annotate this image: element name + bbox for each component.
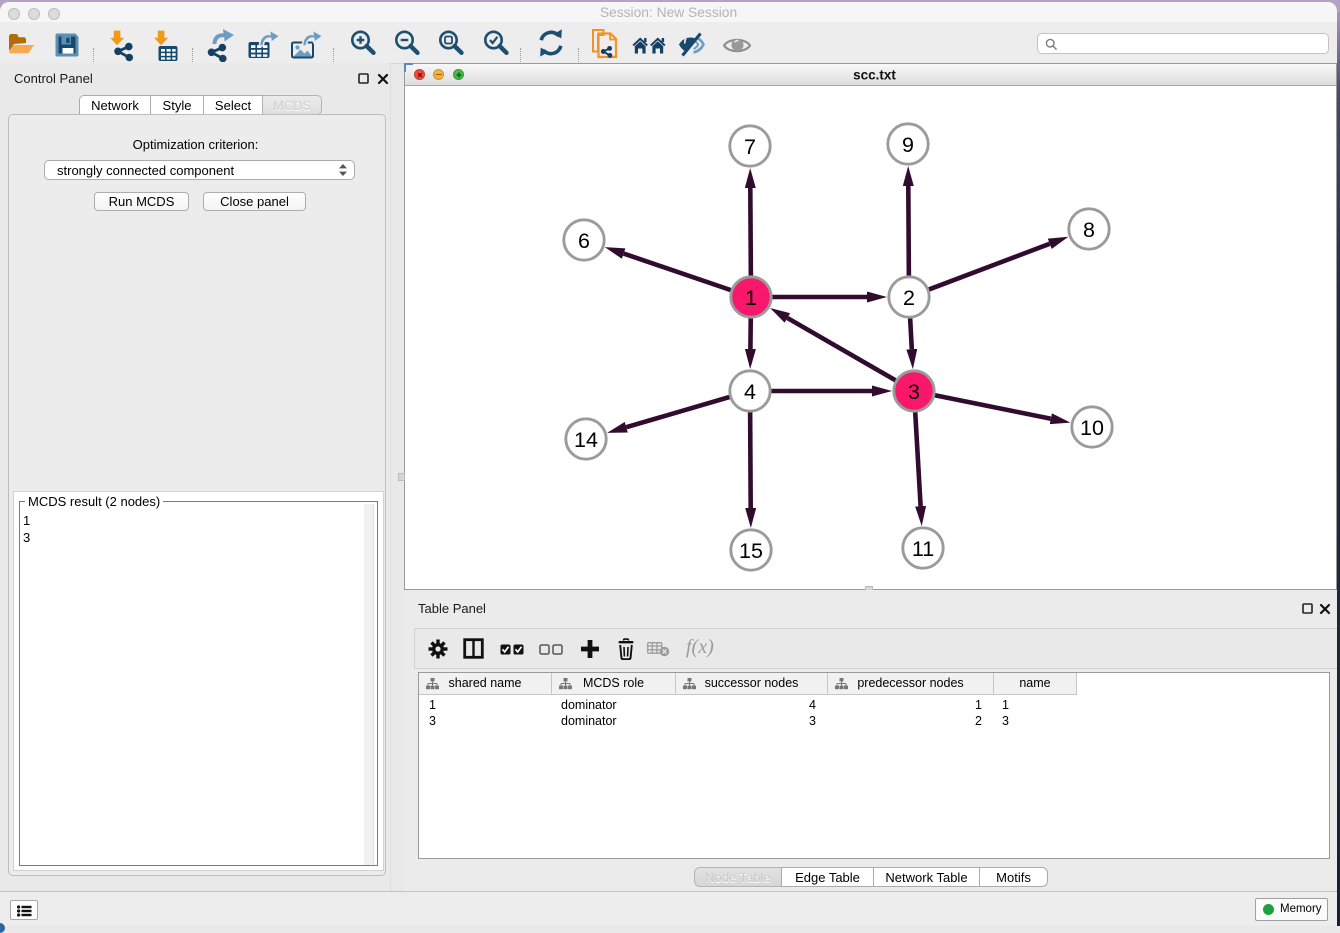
svg-text:1: 1 bbox=[745, 286, 757, 310]
svg-text:9: 9 bbox=[902, 133, 914, 157]
svg-text:10: 10 bbox=[1080, 416, 1104, 440]
svg-text:15: 15 bbox=[739, 539, 763, 563]
svg-text:11: 11 bbox=[912, 537, 934, 561]
svg-text:2: 2 bbox=[903, 286, 915, 310]
svg-text:7: 7 bbox=[744, 135, 756, 159]
svg-text:4: 4 bbox=[744, 380, 756, 404]
svg-text:14: 14 bbox=[574, 428, 598, 452]
svg-text:6: 6 bbox=[578, 229, 590, 253]
svg-text:3: 3 bbox=[908, 380, 920, 404]
svg-text:scc.txt: scc.txt bbox=[853, 68, 896, 83]
svg-text:8: 8 bbox=[1083, 218, 1095, 242]
